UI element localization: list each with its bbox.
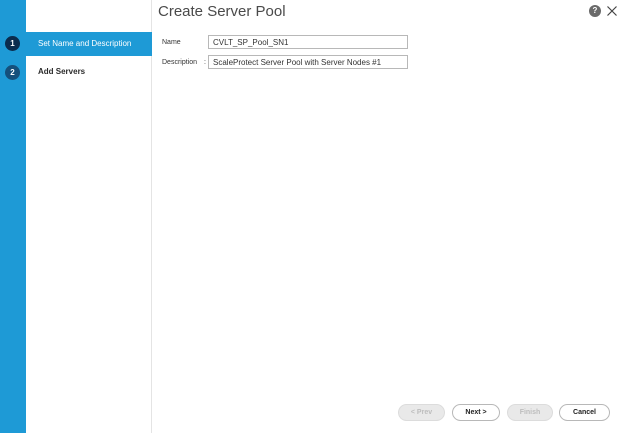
finish-button[interactable]: Finish	[507, 404, 553, 421]
step-2-badge: 2	[5, 65, 20, 80]
dialog-title: Create Server Pool	[158, 3, 286, 20]
step-add-servers[interactable]: Add Servers	[26, 60, 152, 84]
description-input[interactable]	[208, 55, 408, 69]
description-colon: :	[204, 59, 206, 66]
step-1-badge: 1	[5, 36, 20, 51]
prev-button[interactable]: < Prev	[398, 404, 445, 421]
help-icon[interactable]: ?	[589, 5, 601, 17]
step-set-name-and-description[interactable]: Set Name and Description	[26, 32, 152, 56]
step-1-label: Set Name and Description	[38, 39, 132, 48]
next-button[interactable]: Next >	[452, 404, 500, 421]
description-label: Description	[162, 59, 198, 66]
close-icon[interactable]	[606, 5, 618, 17]
name-label: Name	[162, 39, 181, 46]
step-2-label: Add Servers	[38, 67, 86, 76]
name-input[interactable]	[208, 35, 408, 49]
cancel-button[interactable]: Cancel	[559, 404, 610, 421]
